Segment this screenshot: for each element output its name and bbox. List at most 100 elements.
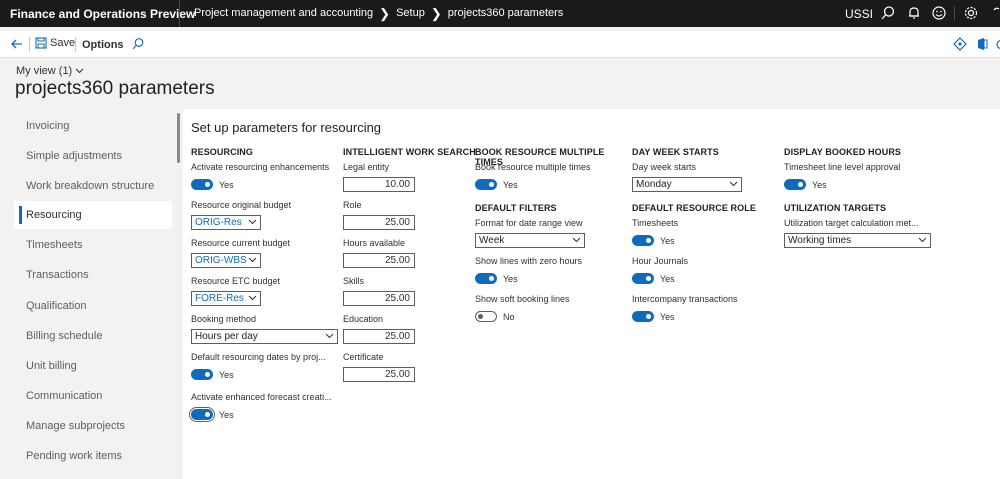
chevron-down-icon xyxy=(729,181,738,187)
office-icon[interactable] xyxy=(976,37,988,51)
toggle-switch[interactable] xyxy=(191,369,213,380)
toggle-switch[interactable] xyxy=(632,235,654,246)
resource-etc-budget-select[interactable]: FORE-Res xyxy=(191,291,261,306)
nav-item-communication[interactable]: Communication xyxy=(14,382,172,410)
field-label: Resource current budget xyxy=(191,238,291,248)
nav-item-invoicing[interactable]: Invoicing xyxy=(14,112,172,140)
nav-item-transactions[interactable]: Transactions xyxy=(14,261,172,289)
booking-method-select[interactable]: Hours per day xyxy=(191,329,338,344)
search-icon[interactable] xyxy=(880,5,896,21)
intercompany-role-toggle[interactable]: Yes xyxy=(632,309,777,324)
day-week-starts-select[interactable]: Monday xyxy=(632,177,742,192)
scrollbar[interactable] xyxy=(177,113,180,163)
company-picker[interactable]: USSI xyxy=(845,7,873,21)
chevron-right-icon: ❯ xyxy=(379,5,391,21)
resourcing-group: RESOURCING Activate resourcing enhanceme… xyxy=(189,147,341,430)
field-label: Show soft booking lines xyxy=(475,294,570,304)
app-title[interactable]: Finance and Operations Preview xyxy=(10,7,195,21)
toggle-switch[interactable] xyxy=(189,407,215,422)
activate-resourcing-toggle[interactable]: Yes xyxy=(191,177,341,192)
options-button[interactable]: Options xyxy=(82,39,124,51)
education-weight-input[interactable]: 25.00 xyxy=(343,329,415,344)
toggle-switch[interactable] xyxy=(784,179,806,190)
toggle-value: Yes xyxy=(503,273,518,284)
toggle-switch[interactable] xyxy=(475,311,497,322)
default-dates-toggle[interactable]: Yes xyxy=(191,367,341,382)
toggle-switch[interactable] xyxy=(632,273,654,284)
resource-current-budget-select[interactable]: ORIG-WBS xyxy=(191,253,261,268)
field-label: Hour Journals xyxy=(632,256,689,266)
field-label: Role xyxy=(343,200,362,210)
toggle-switch[interactable] xyxy=(475,179,497,190)
hours-available-weight-input[interactable]: 25.00 xyxy=(343,253,415,268)
nav-item-qualification[interactable]: Qualification xyxy=(14,292,172,320)
smiley-icon[interactable] xyxy=(931,5,947,21)
book-multiple-toggle[interactable]: Yes xyxy=(475,177,625,192)
nav-item-timesheets[interactable]: Timesheets xyxy=(14,231,172,259)
nav-item-manage-subprojects[interactable]: Manage subprojects xyxy=(14,412,172,440)
diamond-icon[interactable] xyxy=(953,37,967,51)
refresh-icon[interactable] xyxy=(995,37,1000,52)
group-header: DEFAULT FILTERS xyxy=(475,203,557,213)
toggle-value: Yes xyxy=(219,369,234,380)
chevron-down-icon xyxy=(248,219,257,225)
bell-icon[interactable] xyxy=(906,5,922,21)
field-label: Timesheet line level approval xyxy=(784,162,901,172)
field-label: Resource ETC budget xyxy=(191,276,281,286)
nav-item-unit-billing[interactable]: Unit billing xyxy=(14,352,172,380)
gear-icon[interactable] xyxy=(963,5,979,21)
field-label: Show lines with zero hours xyxy=(475,256,583,266)
field-label: Utilization target calculation met... xyxy=(784,218,919,228)
certificate-weight-input[interactable]: 25.00 xyxy=(343,367,415,382)
nav-item-billing-schedule[interactable]: Billing schedule xyxy=(14,322,172,350)
toggle-value: Yes xyxy=(660,273,675,284)
breadcrumb: Project management and accounting ❯ Setu… xyxy=(194,5,564,21)
select-value: Monday xyxy=(636,179,672,190)
booked-hours-group: DISPLAY BOOKED HOURS Timesheet line leve… xyxy=(784,147,944,256)
chevron-down-icon xyxy=(248,295,257,301)
toggle-switch[interactable] xyxy=(632,311,654,322)
field-label: Activate resourcing enhancements xyxy=(191,162,330,172)
book-resource-group: BOOK RESOURCE MULTIPLE TIMES Book resour… xyxy=(475,147,625,332)
breadcrumb-item[interactable]: Project management and accounting xyxy=(194,7,373,19)
nav-item-simple-adjustments[interactable]: Simple adjustments xyxy=(14,142,172,170)
chevron-down-icon xyxy=(918,237,927,243)
toggle-value: Yes xyxy=(660,311,675,322)
top-nav-bar: Finance and Operations Preview Project m… xyxy=(0,0,1000,27)
role-weight-input[interactable]: 25.00 xyxy=(343,215,415,230)
view-selector[interactable]: My view (1) xyxy=(16,65,84,77)
field-label: Day week starts xyxy=(632,162,697,172)
skills-weight-input[interactable]: 25.00 xyxy=(343,291,415,306)
enhanced-forecast-toggle[interactable]: Yes xyxy=(189,407,341,422)
help-icon[interactable] xyxy=(992,5,1000,21)
date-range-format-select[interactable]: Week xyxy=(475,233,585,248)
nav-item-work-breakdown-structure[interactable]: Work breakdown structure xyxy=(14,172,172,200)
zero-hours-toggle[interactable]: Yes xyxy=(475,271,625,286)
field-label: Timesheets xyxy=(632,218,679,228)
toggle-value: Yes xyxy=(660,235,675,246)
intelligent-work-search-group: INTELLIGENT WORK SEARCH Legal entity 10.… xyxy=(343,147,478,390)
breadcrumb-item[interactable]: Setup xyxy=(396,7,425,19)
utilization-method-select[interactable]: Working times xyxy=(784,233,931,248)
group-header: RESOURCING xyxy=(191,147,254,157)
chevron-down-icon xyxy=(572,237,581,243)
soft-booking-toggle[interactable]: No xyxy=(475,309,625,324)
breadcrumb-item[interactable]: projects360 parameters xyxy=(448,7,564,19)
search-icon[interactable] xyxy=(131,37,145,51)
toggle-value: No xyxy=(503,311,515,322)
view-selector-label: My view (1) xyxy=(16,65,73,77)
select-value: Working times xyxy=(788,235,852,246)
toggle-switch[interactable] xyxy=(475,273,497,284)
hour-journals-role-toggle[interactable]: Yes xyxy=(632,271,777,286)
nav-item-pending-work-items[interactable]: Pending work items xyxy=(14,442,172,470)
timesheets-role-toggle[interactable]: Yes xyxy=(632,233,777,248)
save-button[interactable]: Save xyxy=(35,37,75,49)
timesheet-approval-toggle[interactable]: Yes xyxy=(784,177,944,192)
resource-original-budget-select[interactable]: ORIG-Res xyxy=(191,215,261,230)
group-header: DAY WEEK STARTS xyxy=(632,147,719,157)
toggle-switch[interactable] xyxy=(191,179,213,190)
legal-entity-weight-input[interactable]: 10.00 xyxy=(343,177,415,192)
group-header: INTELLIGENT WORK SEARCH xyxy=(343,147,476,157)
back-arrow-icon[interactable] xyxy=(10,37,24,51)
nav-item-resourcing[interactable]: Resourcing xyxy=(14,201,172,229)
